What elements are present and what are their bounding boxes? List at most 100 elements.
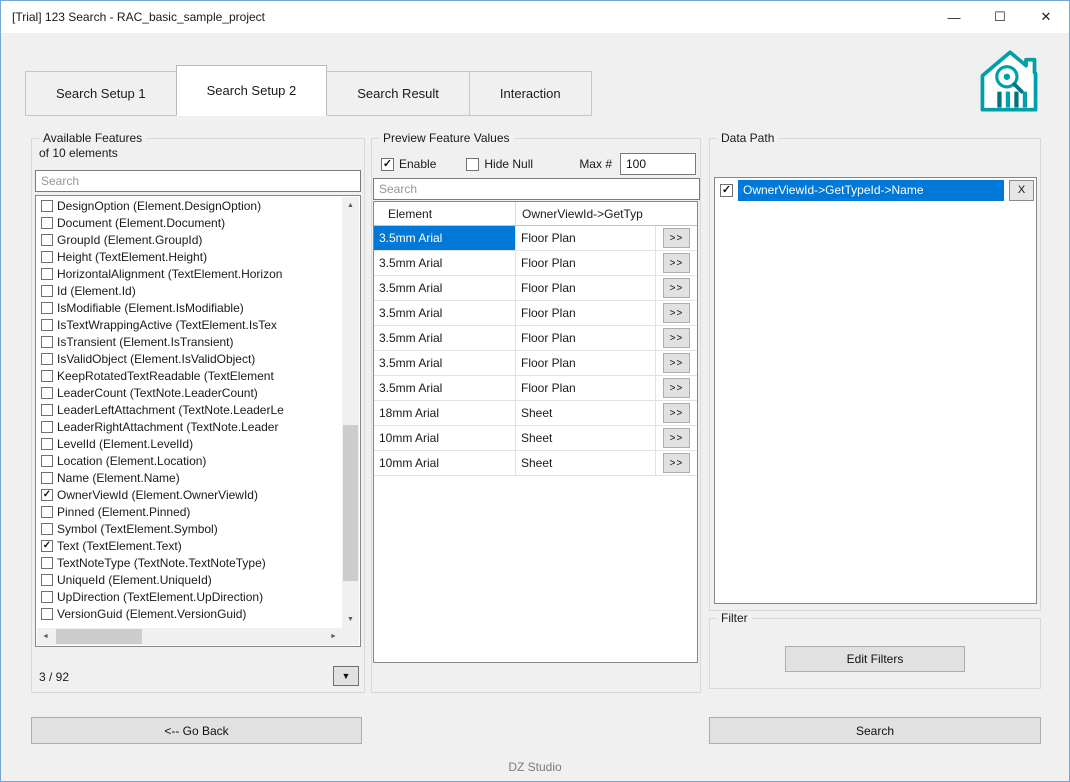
feature-checkbox[interactable] [41, 216, 53, 229]
feature-checkbox[interactable] [41, 335, 53, 348]
table-row[interactable]: 3.5mm Arial Floor Plan >> [374, 226, 697, 251]
feature-checkbox[interactable] [41, 352, 53, 365]
element-cell[interactable]: 3.5mm Arial [374, 276, 516, 300]
table-row[interactable]: 3.5mm Arial Floor Plan >> [374, 326, 697, 351]
tab[interactable]: Search Result [326, 71, 470, 116]
value-cell[interactable]: Floor Plan [516, 251, 656, 275]
scroll-right-icon[interactable]: ► [325, 628, 342, 645]
go-back-button[interactable]: <-- Go Back [31, 717, 362, 744]
value-cell[interactable]: Sheet [516, 451, 656, 475]
feature-checkbox[interactable] [41, 437, 53, 450]
feature-item[interactable]: IsModifiable (Element.IsModifiable) [37, 299, 342, 316]
feature-item[interactable]: LevelId (Element.LevelId) [37, 435, 342, 452]
value-cell[interactable]: Floor Plan [516, 276, 656, 300]
expand-row-button[interactable]: >> [663, 428, 690, 448]
element-cell[interactable]: 3.5mm Arial [374, 376, 516, 400]
feature-checkbox[interactable] [41, 471, 53, 484]
element-cell[interactable]: 3.5mm Arial [374, 226, 516, 250]
feature-checkbox[interactable] [41, 233, 53, 246]
search-button[interactable]: Search [709, 717, 1041, 744]
expand-row-button[interactable]: >> [663, 378, 690, 398]
features-search-input[interactable] [35, 170, 361, 192]
element-cell[interactable]: 18mm Arial [374, 401, 516, 425]
enable-checkbox[interactable] [381, 157, 394, 171]
feature-item[interactable]: Text (TextElement.Text) [37, 537, 342, 554]
value-cell[interactable]: Floor Plan [516, 376, 656, 400]
minimize-button[interactable]: — [931, 1, 977, 33]
feature-checkbox[interactable] [41, 454, 53, 467]
feature-item[interactable]: KeepRotatedTextReadable (TextElement [37, 367, 342, 384]
feature-checkbox[interactable] [41, 369, 53, 382]
data-path-checkbox[interactable] [720, 183, 733, 197]
feature-item[interactable]: TextNoteType (TextNote.TextNoteType) [37, 554, 342, 571]
feature-item[interactable]: Location (Element.Location) [37, 452, 342, 469]
hide-null-checkbox[interactable] [466, 157, 480, 171]
column-header-feature[interactable]: OwnerViewId->GetTyp [516, 207, 697, 221]
table-row[interactable]: 18mm Arial Sheet >> [374, 401, 697, 426]
feature-checkbox[interactable] [41, 267, 53, 280]
feature-checkbox[interactable] [41, 488, 53, 501]
feature-checkbox[interactable] [41, 607, 53, 620]
feature-item[interactable]: Name (Element.Name) [37, 469, 342, 486]
element-cell[interactable]: 3.5mm Arial [374, 251, 516, 275]
table-row[interactable]: 3.5mm Arial Floor Plan >> [374, 376, 697, 401]
feature-checkbox[interactable] [41, 573, 53, 586]
feature-checkbox[interactable] [41, 590, 53, 603]
tab[interactable]: Interaction [468, 71, 592, 116]
feature-item[interactable]: Id (Element.Id) [37, 282, 342, 299]
hide-null-checkbox-group[interactable]: Hide Null [466, 157, 533, 171]
value-cell[interactable]: Sheet [516, 426, 656, 450]
feature-checkbox[interactable] [41, 284, 53, 297]
feature-item[interactable]: UpDirection (TextElement.UpDirection) [37, 588, 342, 605]
element-cell[interactable]: 10mm Arial [374, 451, 516, 475]
feature-checkbox[interactable] [41, 420, 53, 433]
feature-item[interactable]: LeaderCount (TextNote.LeaderCount) [37, 384, 342, 401]
feature-item[interactable]: Document (Element.Document) [37, 214, 342, 231]
feature-item[interactable]: Symbol (TextElement.Symbol) [37, 520, 342, 537]
expand-row-button[interactable]: >> [663, 403, 690, 423]
feature-item[interactable]: OwnerViewId (Element.OwnerViewId) [37, 486, 342, 503]
vertical-scrollbar[interactable]: ▲ ▼ [342, 197, 359, 628]
expand-row-button[interactable]: >> [663, 228, 690, 248]
element-cell[interactable]: 3.5mm Arial [374, 301, 516, 325]
column-header-element[interactable]: Element [374, 202, 516, 225]
expand-row-button[interactable]: >> [663, 453, 690, 473]
feature-checkbox[interactable] [41, 556, 53, 569]
feature-checkbox[interactable] [41, 522, 53, 535]
expand-row-button[interactable]: >> [663, 353, 690, 373]
feature-item[interactable]: GroupId (Element.GroupId) [37, 231, 342, 248]
feature-checkbox[interactable] [41, 539, 53, 552]
table-row[interactable]: 3.5mm Arial Floor Plan >> [374, 351, 697, 376]
expand-row-button[interactable]: >> [663, 328, 690, 348]
feature-item[interactable]: LeaderLeftAttachment (TextNote.LeaderLe [37, 401, 342, 418]
expand-row-button[interactable]: >> [663, 303, 690, 323]
tab[interactable]: Search Setup 2 [175, 65, 328, 116]
maximize-button[interactable]: ☐ [977, 1, 1023, 33]
scroll-up-icon[interactable]: ▲ [342, 197, 359, 214]
remove-data-path-button[interactable]: X [1009, 179, 1034, 201]
feature-checkbox[interactable] [41, 403, 53, 416]
tab[interactable]: Search Setup 1 [25, 71, 177, 116]
feature-checkbox[interactable] [41, 318, 53, 331]
feature-item[interactable]: Height (TextElement.Height) [37, 248, 342, 265]
table-row[interactable]: 3.5mm Arial Floor Plan >> [374, 251, 697, 276]
feature-checkbox[interactable] [41, 386, 53, 399]
feature-item[interactable]: UniqueId (Element.UniqueId) [37, 571, 342, 588]
feature-item[interactable]: VersionGuid (Element.VersionGuid) [37, 605, 342, 622]
feature-item[interactable]: LeaderRightAttachment (TextNote.Leader [37, 418, 342, 435]
horizontal-scroll-thumb[interactable] [56, 629, 142, 644]
data-path-item[interactable]: OwnerViewId->GetTypeId->Name X [715, 178, 1036, 202]
table-row[interactable]: 3.5mm Arial Floor Plan >> [374, 301, 697, 326]
preview-search-input[interactable] [373, 178, 700, 200]
value-cell[interactable]: Sheet [516, 401, 656, 425]
element-cell[interactable]: 3.5mm Arial [374, 351, 516, 375]
feature-checkbox[interactable] [41, 505, 53, 518]
features-dropdown-button[interactable]: ▼ [333, 666, 359, 686]
table-row[interactable]: 3.5mm Arial Floor Plan >> [374, 276, 697, 301]
feature-item[interactable]: DesignOption (Element.DesignOption) [37, 197, 342, 214]
scroll-left-icon[interactable]: ◄ [37, 628, 54, 645]
element-cell[interactable]: 3.5mm Arial [374, 326, 516, 350]
feature-checkbox[interactable] [41, 199, 53, 212]
scroll-down-icon[interactable]: ▼ [342, 611, 359, 628]
edit-filters-button[interactable]: Edit Filters [785, 646, 965, 672]
